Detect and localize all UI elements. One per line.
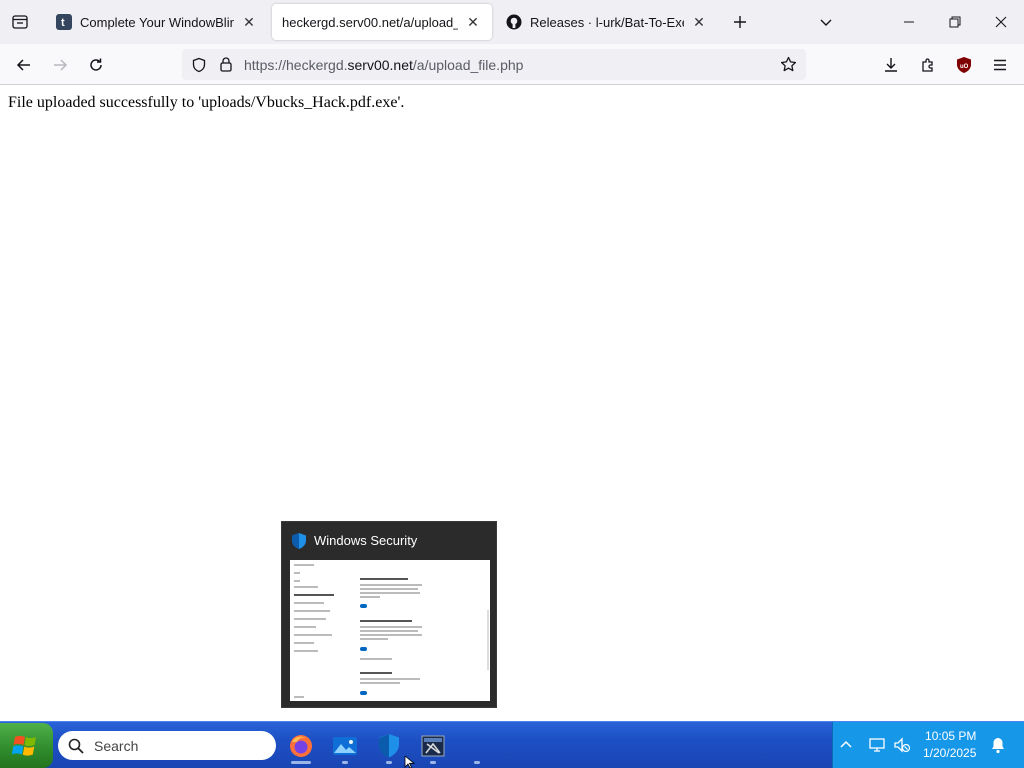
restore-icon [949,16,961,28]
url-bar[interactable]: https://heckergd.serv00.net/a/upload_fil… [182,49,806,80]
restore-button[interactable] [932,0,978,44]
download-icon [885,58,897,72]
system-tray: 10:05 PM 1/20/2025 [832,722,1024,768]
shield-icon [192,57,206,73]
taskbar: Search 10:05 PM 1/20/2025 [0,721,1024,768]
tab-title: heckergd.serv00.net/a/upload_file.p [282,14,458,30]
minimize-button[interactable] [886,0,932,44]
navigation-toolbar: https://heckergd.serv00.net/a/upload_fil… [0,44,1024,85]
app-menu-button[interactable] [985,50,1015,80]
plus-icon [734,16,746,28]
url-prefix: https://heckergd. [244,57,348,73]
running-indicator [291,761,311,764]
back-button[interactable] [9,50,39,80]
forward-button[interactable] [45,50,75,80]
tab-title: Releases · l-urk/Bat-To-Exe-Con [530,14,684,30]
taskbar-app-firefox[interactable] [281,726,321,766]
app-icon [421,735,445,757]
running-indicator [430,761,436,764]
notification-bell-icon[interactable] [990,736,1006,754]
firefox-view-button[interactable] [0,0,40,44]
clock[interactable]: 10:05 PM 1/20/2025 [923,728,976,762]
thumbnail-preview [290,560,490,701]
close-icon[interactable]: ✕ [240,13,258,31]
thumbnail-title: Windows Security [314,533,418,548]
mouse-cursor-icon [404,756,416,768]
reload-icon [90,58,102,71]
url-text[interactable]: https://heckergd.serv00.net/a/upload_fil… [244,57,523,73]
url-host: serv00.net [347,57,413,73]
chevron-up-icon[interactable] [839,738,853,752]
lock-icon [220,57,232,72]
ublock-origin-icon: uO [957,57,971,73]
upload-status-message: File uploaded successfully to 'uploads/V… [8,94,405,111]
page-content: File uploaded successfully to 'uploads/V… [0,85,1024,721]
list-all-tabs-button[interactable] [814,10,838,34]
network-icon[interactable] [868,736,886,754]
windows-security-shield-icon [292,533,306,549]
firefox-view-icon [12,15,28,29]
clock-date: 1/20/2025 [923,746,977,760]
chevron-down-icon [820,19,832,26]
close-window-button[interactable] [978,0,1024,44]
tab-strip: t Complete Your WindowBlinds 1 ✕ heckerg… [0,0,1024,44]
start-button[interactable] [0,723,53,768]
firefox-icon [290,735,312,757]
ublock-origin-button[interactable]: uO [949,50,979,80]
photos-icon [333,737,357,755]
tab-title: Complete Your WindowBlinds 1 [80,14,234,30]
arrow-right-icon [54,59,68,71]
volume-muted-icon[interactable] [893,736,911,754]
tab-upload-file[interactable]: heckergd.serv00.net/a/upload_file.p ✕ [272,4,492,40]
extensions-button[interactable] [913,50,943,80]
taskbar-thumbnail-windows-security[interactable]: Windows Security [281,521,497,708]
new-tab-button[interactable] [728,10,752,34]
running-indicator [342,761,348,764]
taskbar-search-box[interactable]: Search [58,731,276,760]
bookmark-star-icon[interactable] [780,56,797,73]
taskbar-app-hidden[interactable] [457,726,497,766]
running-indicator [386,761,392,764]
search-icon [68,738,84,754]
downloads-button[interactable] [876,50,906,80]
close-icon [995,16,1007,28]
svg-text:uO: uO [960,64,969,70]
clock-time: 10:05 PM [925,729,977,743]
taskbar-app-photos[interactable] [325,726,365,766]
reload-button[interactable] [81,50,111,80]
github-icon [506,14,522,30]
windows-security-icon [379,734,399,758]
taskbar-app-other[interactable] [413,726,453,766]
tab-github-releases[interactable]: Releases · l-urk/Bat-To-Exe-Con ✕ [496,4,718,40]
url-path: /a/upload_file.php [412,57,524,73]
windows-logo-icon [11,735,36,756]
close-icon[interactable]: ✕ [464,13,482,31]
close-icon[interactable]: ✕ [690,13,708,31]
search-placeholder: Search [94,737,139,754]
tumblr-icon: t [56,14,72,30]
tab-windowblinds[interactable]: t Complete Your WindowBlinds 1 ✕ [46,4,268,40]
taskbar-app-windows-security[interactable] [369,726,409,766]
svg-text:t: t [61,17,65,29]
arrow-left-icon [16,59,30,71]
minimize-icon [904,21,914,23]
puzzle-icon [922,58,933,72]
hamburger-menu-icon [994,59,1006,71]
running-indicator [474,761,480,764]
